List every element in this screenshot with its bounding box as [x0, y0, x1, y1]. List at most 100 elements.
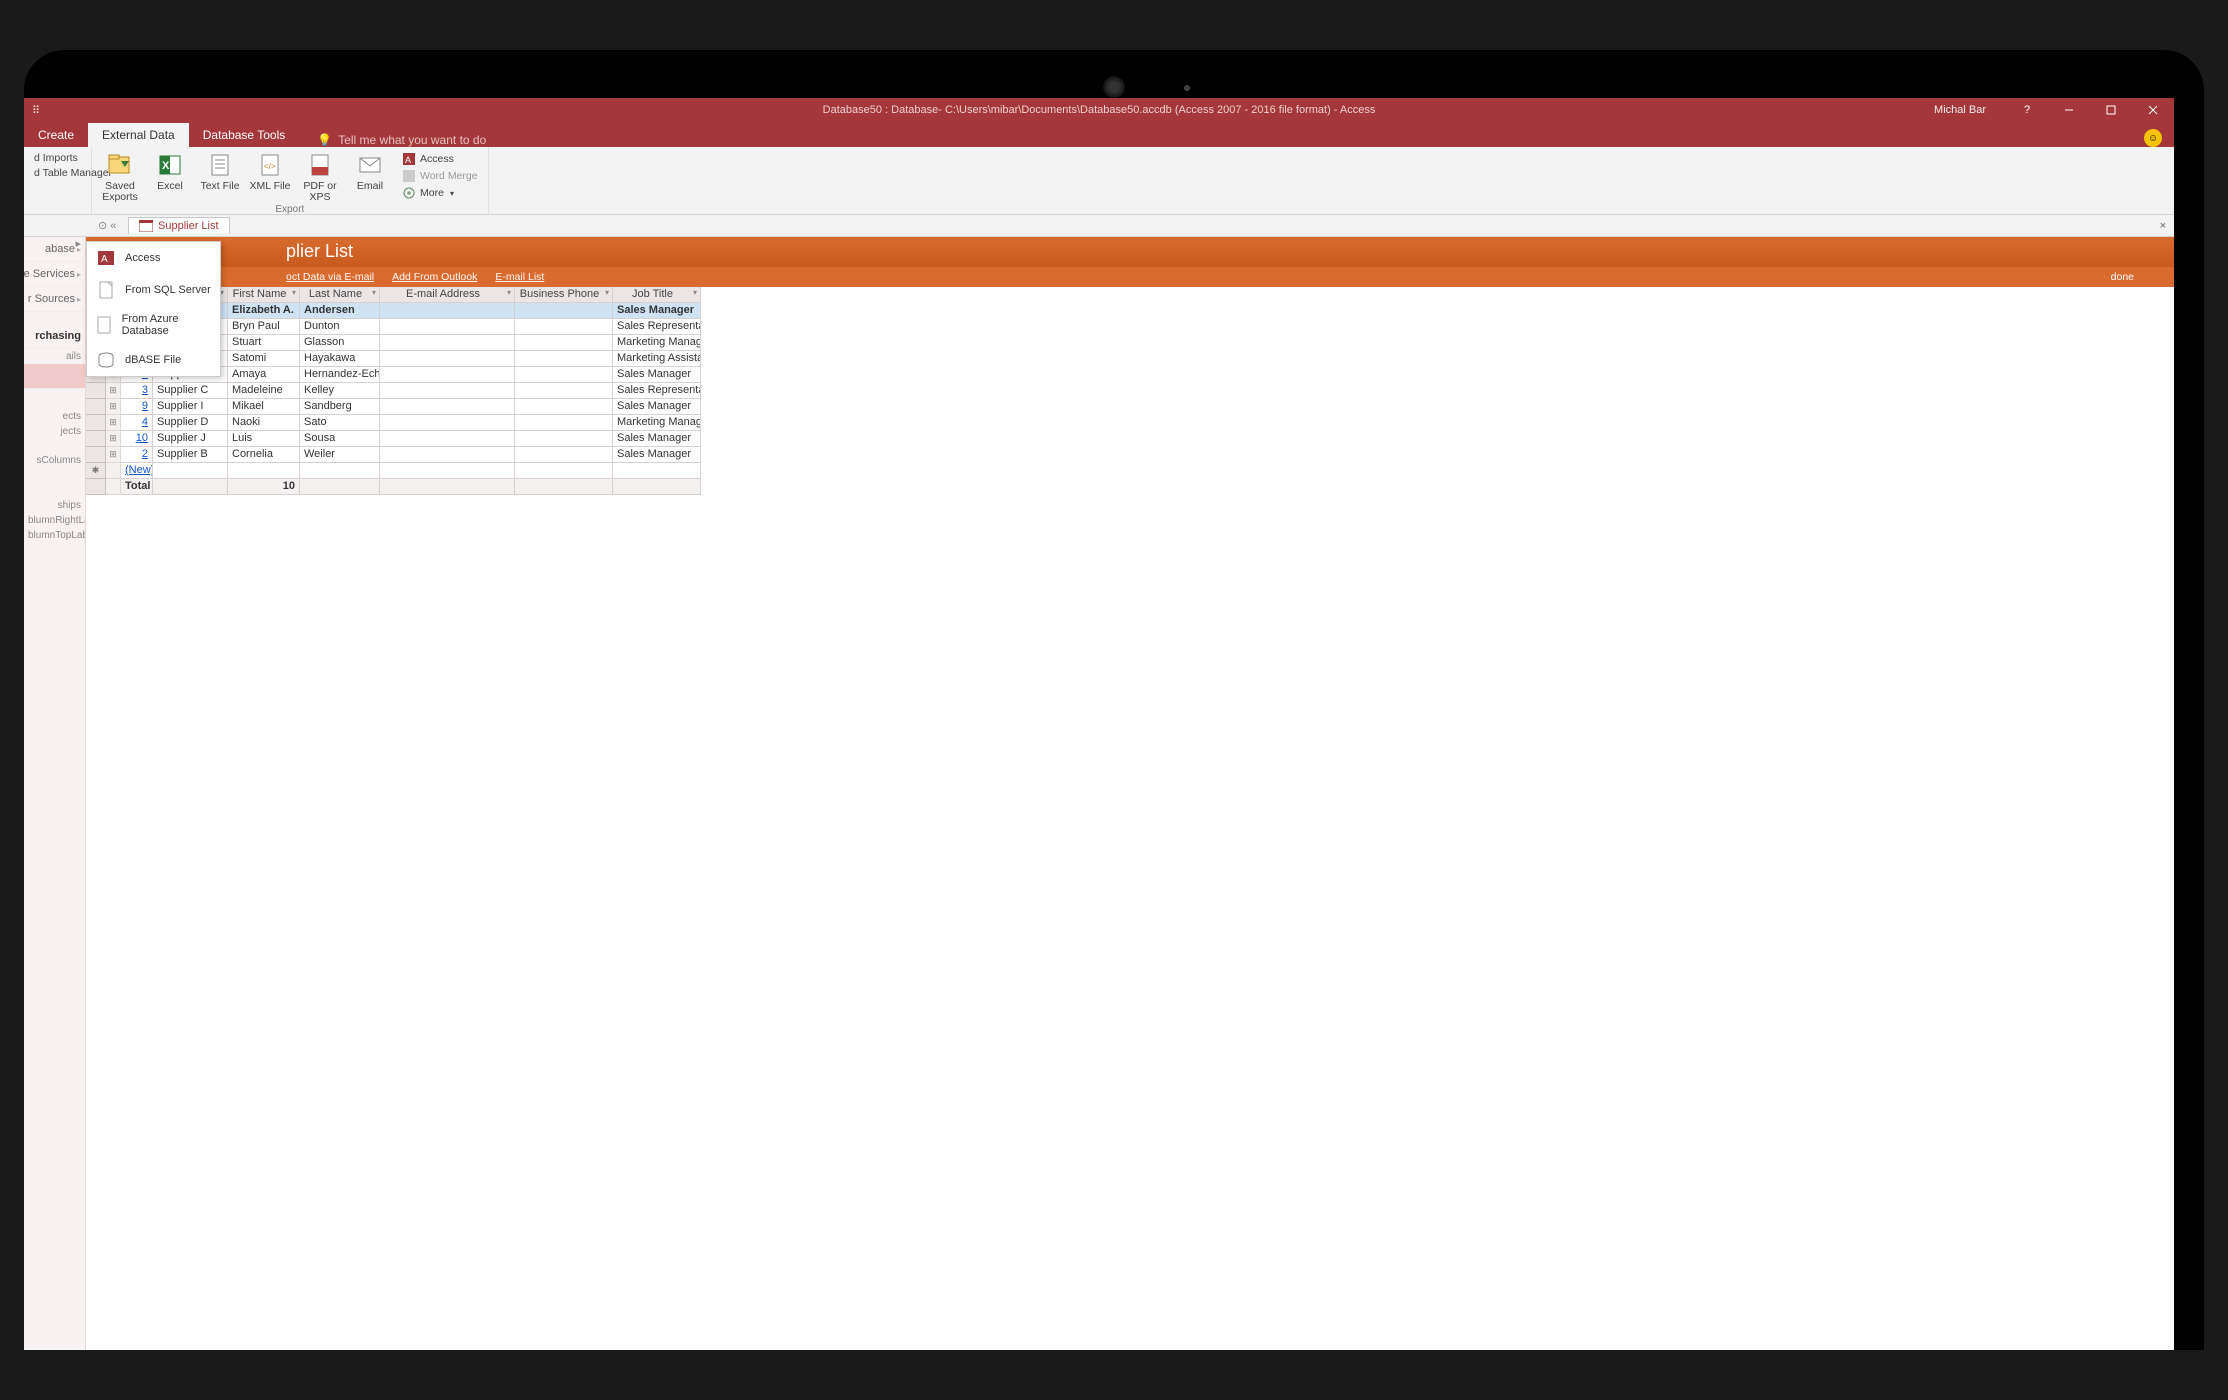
cell-email[interactable] [380, 335, 515, 351]
nav-group-services[interactable]: e Services▸ [24, 262, 85, 287]
cell-jobtitle[interactable]: Marketing Manage [613, 415, 701, 431]
nav-group-sources[interactable]: r Sources▸ [24, 287, 85, 312]
cell-firstname[interactable]: Stuart [228, 335, 300, 351]
cell-phone[interactable] [515, 335, 613, 351]
feedback-smiley-icon[interactable]: ☺ [2144, 129, 2162, 147]
cell-email[interactable] [380, 303, 515, 319]
cell-jobtitle[interactable]: Sales Representati [613, 383, 701, 399]
table-row[interactable]: ⊞4Supplier DNaokiSatoMarketing Manage [86, 415, 2174, 431]
expand-icon[interactable]: ⊞ [106, 447, 121, 463]
qat-customize[interactable]: ⠿ [28, 102, 44, 118]
saved-exports-button[interactable]: Saved Exports [98, 149, 142, 203]
cell-jobtitle[interactable]: Sales Manager [613, 367, 701, 383]
nav-item-jects[interactable]: jects [24, 424, 85, 439]
cell-lastname[interactable]: Weiler [300, 447, 380, 463]
cell-id[interactable]: 2 [121, 447, 153, 463]
cell-company[interactable]: Supplier I [153, 399, 228, 415]
minimize-button[interactable] [2048, 98, 2090, 122]
navigation-pane[interactable]: ▸ abase▸ e Services▸ r Sources▸ rchasing… [24, 237, 86, 1350]
table-row[interactable]: ⊞9Supplier IMikaelSandbergSales Manager [86, 399, 2174, 415]
maximize-button[interactable] [2090, 98, 2132, 122]
cell-email[interactable] [380, 367, 515, 383]
cell-jobtitle[interactable]: Marketing Manage [613, 335, 701, 351]
cell-lastname[interactable]: Sousa [300, 431, 380, 447]
expand-icon[interactable]: ⊞ [106, 415, 121, 431]
cell-phone[interactable] [515, 383, 613, 399]
cell-lastname[interactable]: Andersen [300, 303, 380, 319]
cell-id[interactable]: 4 [121, 415, 153, 431]
expand-icon[interactable]: ⊞ [106, 431, 121, 447]
cell-firstname[interactable]: Satomi [228, 351, 300, 367]
word-merge-button[interactable]: Word Merge [398, 168, 482, 184]
access-export-button[interactable]: A Access [398, 151, 482, 167]
cell-id[interactable]: 10 [121, 431, 153, 447]
datasheet[interactable]: ny First Name Last Name E-mail Address B… [86, 287, 2174, 495]
table-row[interactable]: ⊞2Supplier BCorneliaWeilerSales Manager [86, 447, 2174, 463]
cell-firstname[interactable]: Naoki [228, 415, 300, 431]
cell-phone[interactable] [515, 447, 613, 463]
row-selector[interactable] [86, 431, 106, 447]
row-selector[interactable] [86, 383, 106, 399]
cell-lastname[interactable]: Dunton [300, 319, 380, 335]
col-lastname[interactable]: Last Name [300, 287, 380, 303]
cell-company[interactable]: Supplier B [153, 447, 228, 463]
cell-phone[interactable] [515, 399, 613, 415]
cell-id[interactable]: 3 [121, 383, 153, 399]
cell-email[interactable] [380, 399, 515, 415]
nav-item-columns[interactable]: sColumns [24, 453, 85, 468]
tab-create[interactable]: Create [24, 123, 88, 147]
cell-email[interactable] [380, 431, 515, 447]
cell-firstname[interactable]: Amaya [228, 367, 300, 383]
close-tab-button[interactable]: × [2160, 220, 2166, 232]
cell-lastname[interactable]: Kelley [300, 383, 380, 399]
excel-export-button[interactable]: X Excel [148, 149, 192, 192]
linked-table-manager-button[interactable]: d Table Manager [30, 166, 85, 180]
cell-phone[interactable] [515, 303, 613, 319]
col-jobtitle[interactable]: Job Title [613, 287, 701, 303]
cell-email[interactable] [380, 319, 515, 335]
cell-firstname[interactable]: Elizabeth A. [228, 303, 300, 319]
pdf-xps-export-button[interactable]: PDF or XPS [298, 149, 342, 203]
done-link[interactable]: done [2111, 271, 2134, 283]
cell-firstname[interactable]: Cornelia [228, 447, 300, 463]
table-row[interactable]: ⊞Bryn PaulDuntonSales Representati [86, 319, 2174, 335]
nav-item-ships[interactable]: ships [24, 498, 85, 513]
email-export-button[interactable]: Email [348, 149, 392, 192]
nav-toggle-arrows[interactable]: ⊙ « [98, 219, 116, 232]
cell-jobtitle[interactable]: Sales Manager [613, 431, 701, 447]
expand-icon[interactable]: ⊞ [106, 383, 121, 399]
help-button[interactable]: ? [2006, 98, 2048, 122]
nav-expand-button[interactable]: ▸ [75, 237, 81, 250]
nav-item-selected[interactable] [24, 364, 85, 389]
row-selector[interactable] [86, 447, 106, 463]
cell-company[interactable]: Supplier D [153, 415, 228, 431]
xml-file-export-button[interactable]: </> XML File [248, 149, 292, 192]
cell-email[interactable] [380, 383, 515, 399]
expand-icon[interactable]: ⊞ [106, 399, 121, 415]
nav-item-ects[interactable]: ects [24, 409, 85, 424]
tell-me-search[interactable]: 💡 Tell me what you want to do [299, 133, 486, 147]
cell-company[interactable]: Supplier J [153, 431, 228, 447]
col-firstname[interactable]: First Name [228, 287, 300, 303]
cell-phone[interactable] [515, 319, 613, 335]
table-row[interactable]: ⊞SatomiHayakawaMarketing Assistan [86, 351, 2174, 367]
tab-external-data[interactable]: External Data [88, 123, 189, 147]
table-row[interactable]: ⊞3Supplier CMadeleineKelley Sales Represe… [86, 383, 2174, 399]
cell-lastname[interactable]: Hayakawa [300, 351, 380, 367]
dropdown-item-sql-server[interactable]: From SQL Server [87, 274, 220, 306]
more-exports-button[interactable]: More▾ [398, 185, 482, 201]
row-selector[interactable] [86, 415, 106, 431]
nav-item-rightlabels[interactable]: blumnRightLabels [24, 513, 85, 528]
close-button[interactable] [2132, 98, 2174, 122]
cell-email[interactable] [380, 351, 515, 367]
row-selector[interactable]: ✱ [86, 463, 106, 479]
cell-firstname[interactable]: Madeleine [228, 383, 300, 399]
table-row[interactable]: ⊞5StuartGlassonMarketing Manage [86, 335, 2174, 351]
nav-item-purchasing[interactable]: rchasing [24, 324, 85, 349]
new-id[interactable]: (New) [121, 463, 153, 479]
cell-phone[interactable] [515, 415, 613, 431]
cell-jobtitle[interactable]: Marketing Assistan [613, 351, 701, 367]
table-row[interactable]: ▸⊞1AElizabeth A.AndersenSales Manager [86, 303, 2174, 319]
table-row[interactable]: ⊞10Supplier JLuisSousaSales Manager [86, 431, 2174, 447]
cell-company[interactable]: Supplier C [153, 383, 228, 399]
